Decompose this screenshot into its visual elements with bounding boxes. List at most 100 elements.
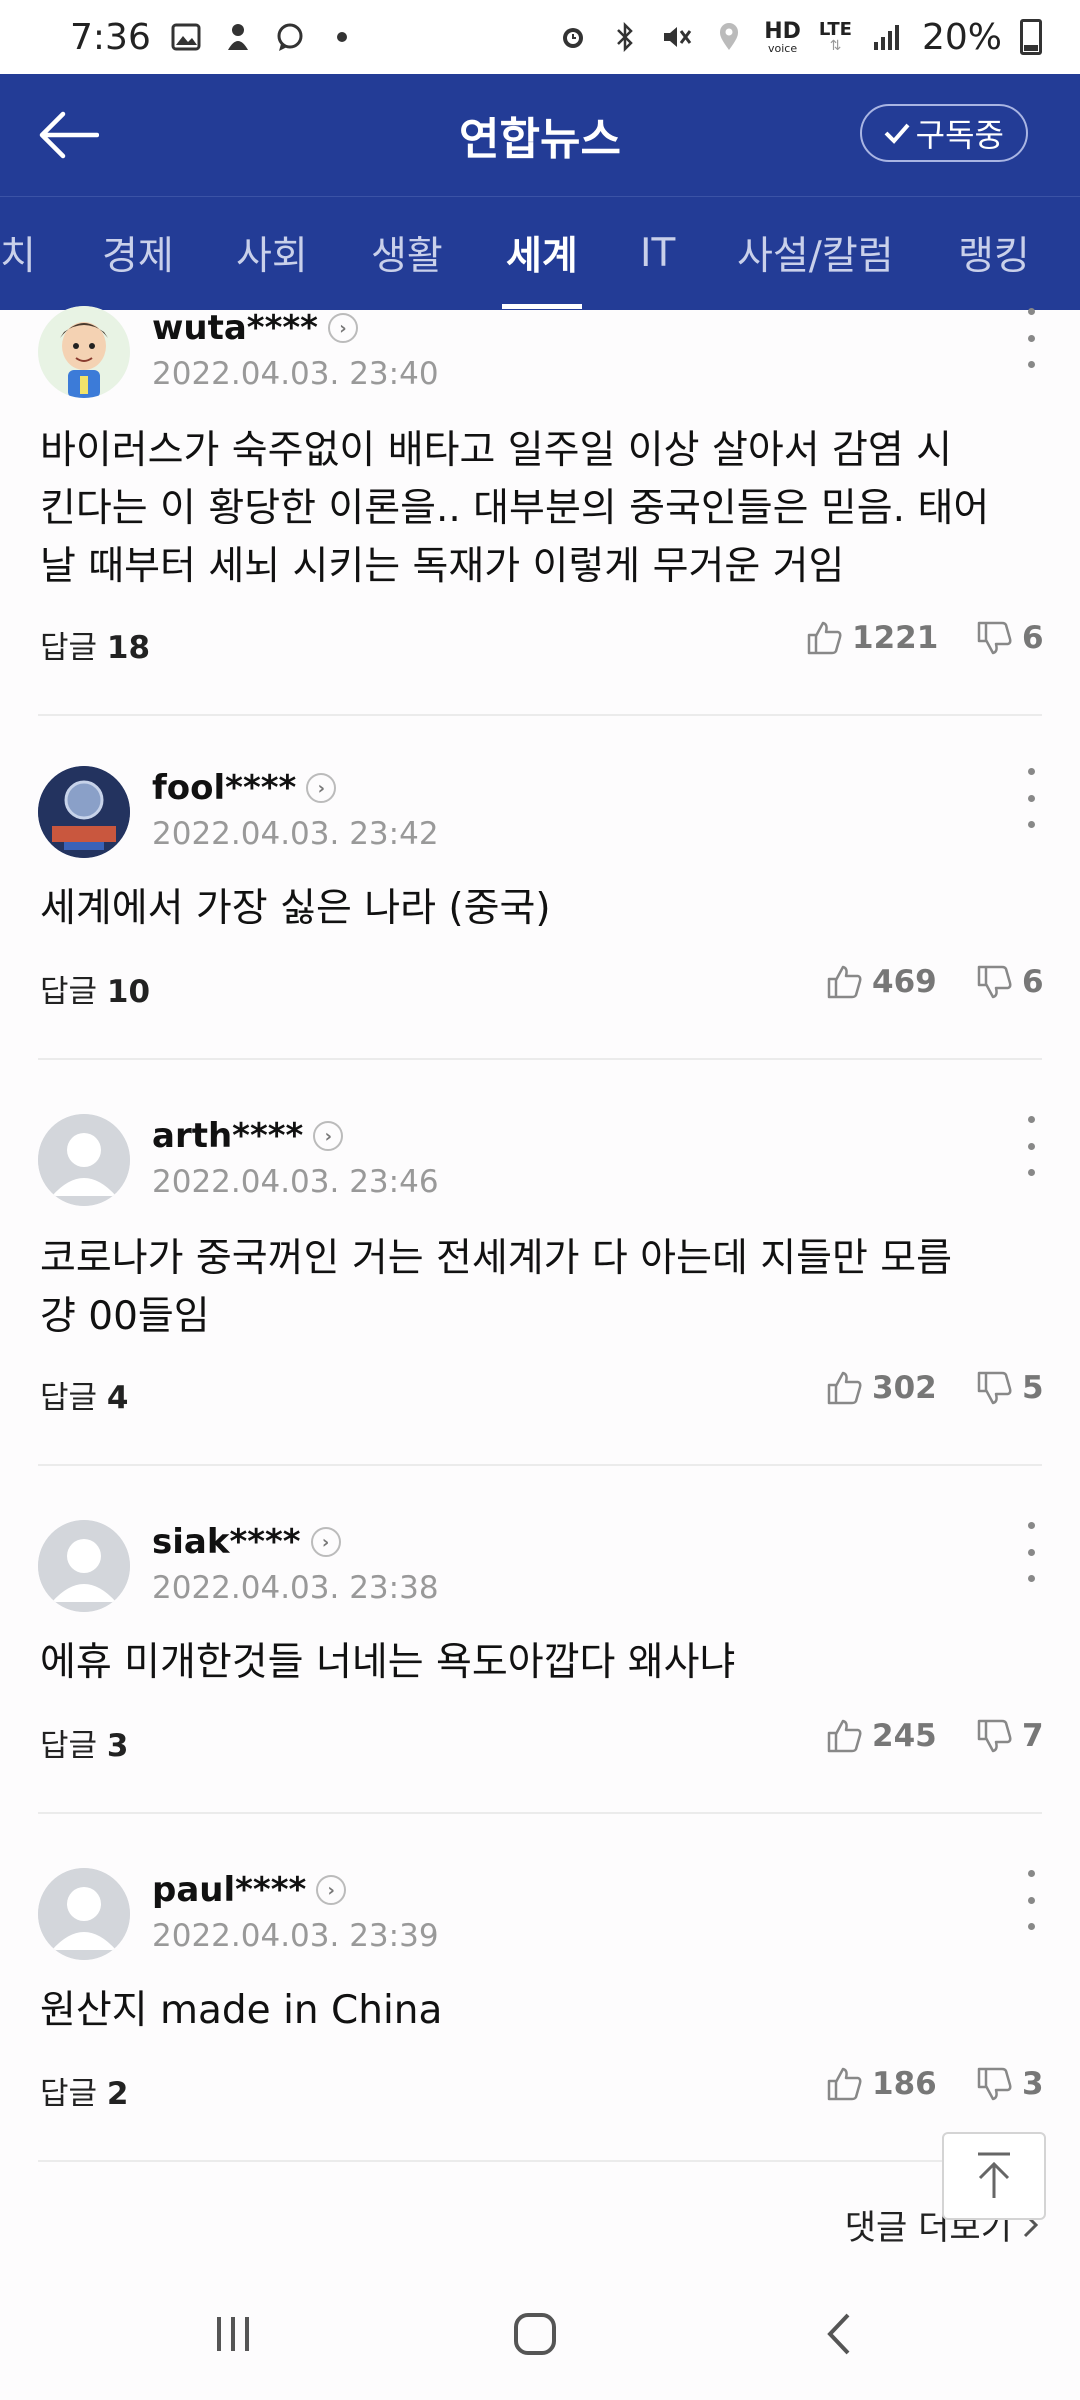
comment-text: 세계에서 가장 싫은 나라 (중국) [40, 880, 1040, 938]
tab-politics[interactable]: 치 [0, 197, 36, 309]
scroll-to-top-button[interactable] [942, 2132, 1046, 2220]
chevron-right-icon: › [327, 313, 358, 343]
nav-back-button[interactable] [794, 2296, 884, 2372]
reply-label: 답글 [40, 1380, 107, 1416]
username-text: arth**** [152, 1116, 304, 1156]
more-options-icon[interactable] [1016, 1870, 1046, 1930]
status-bar: 7:36 HD voice LTE ⇅ 20% [0, 0, 1080, 74]
comment-line: 에휴 미개한것들 너네는 욕도아깝다 왜사냐 [40, 1640, 736, 1685]
comment-date: 2022.04.03. 23:42 [152, 816, 439, 852]
thumbs-up-icon [827, 965, 862, 999]
lte-label: LTE [818, 19, 852, 40]
tab-label: IT [640, 230, 676, 276]
signal-icon [870, 20, 904, 54]
hd-label: HD [764, 18, 801, 44]
section-tabs: 치 경제 사회 생활 세계 IT 사설/칼럼 랭킹 [0, 196, 1080, 310]
subscribe-button[interactable]: 구독중 [859, 104, 1028, 162]
lte-icon: LTE ⇅ [818, 19, 852, 54]
default-avatar-icon [38, 1520, 130, 1612]
reply-count: 18 [106, 630, 151, 666]
status-left: 7:36 [70, 17, 359, 58]
back-button[interactable] [30, 102, 106, 168]
username-text: fool**** [152, 768, 297, 808]
thumbs-down-icon [977, 2067, 1012, 2101]
reply-label: 답글 [40, 974, 107, 1010]
avatar[interactable] [38, 1520, 130, 1612]
dislike-button[interactable]: 7 [976, 1718, 1044, 1754]
reply-label: 답글 [40, 2076, 107, 2112]
tab-label: 사설/칼럼 [737, 234, 894, 279]
more-options-icon[interactable] [1016, 1116, 1046, 1176]
dislike-count: 5 [1022, 1370, 1044, 1406]
username-text: wuta**** [152, 308, 318, 348]
reply-button[interactable]: 답글 3 [40, 1720, 128, 1765]
chevron-right-icon: › [310, 1527, 341, 1557]
dislike-count: 6 [1022, 964, 1044, 1000]
tab-ranking[interactable]: 랭킹 [958, 197, 1030, 309]
subscribe-label: 구독중 [915, 116, 1004, 154]
default-avatar-icon [38, 1868, 130, 1960]
badge-avatar-icon [38, 766, 130, 858]
tab-label: 사회 [236, 234, 308, 279]
tab-society[interactable]: 사회 [236, 197, 308, 309]
comment-line: 원산지 made in China [40, 1988, 443, 2033]
comment-username[interactable]: wuta**** › [152, 308, 358, 348]
more-options-icon[interactable] [1016, 308, 1046, 368]
thumbs-down-icon [977, 1719, 1012, 1753]
recent-apps-button[interactable] [188, 2296, 278, 2372]
comment-line: 걍 00들임 [40, 1294, 210, 1339]
dislike-button[interactable]: 6 [976, 620, 1044, 656]
more-options-icon[interactable] [1016, 1522, 1046, 1582]
mute-icon [660, 20, 694, 54]
more-options-icon[interactable] [1016, 768, 1046, 828]
hd-voice-icon: HD voice [764, 18, 801, 54]
comment-username[interactable]: fool**** › [152, 768, 337, 808]
like-button[interactable]: 1221 [806, 620, 938, 656]
home-button[interactable] [490, 2296, 580, 2372]
home-icon [514, 2313, 556, 2355]
reply-button[interactable]: 답글 2 [40, 2068, 128, 2113]
reply-button[interactable]: 답글 18 [40, 622, 150, 667]
tab-life[interactable]: 생활 [371, 197, 443, 309]
like-count: 1221 [852, 620, 939, 656]
chevron-right-icon: › [313, 1121, 344, 1151]
like-count: 302 [872, 1370, 937, 1406]
thumbs-up-icon [827, 2067, 862, 2101]
tab-editorial[interactable]: 사설/칼럼 [737, 197, 894, 309]
dislike-button[interactable]: 3 [976, 2066, 1044, 2102]
gallery-icon [169, 20, 203, 54]
like-button[interactable]: 186 [826, 2066, 937, 2102]
thumbs-up-icon [827, 1371, 862, 1405]
thumbs-down-icon [977, 965, 1012, 999]
comment-username[interactable]: arth**** › [152, 1116, 344, 1156]
back-icon [827, 2313, 850, 2355]
avatar[interactable] [38, 1114, 130, 1206]
tab-it[interactable]: IT [640, 197, 675, 309]
avatar[interactable] [38, 766, 130, 858]
chevron-right-icon: › [306, 773, 337, 803]
reply-button[interactable]: 답글 10 [40, 966, 150, 1011]
reply-button[interactable]: 답글 4 [40, 1372, 128, 1417]
dislike-button[interactable]: 6 [976, 964, 1044, 1000]
like-button[interactable]: 302 [826, 1370, 937, 1406]
comment-username[interactable]: paul**** › [152, 1870, 347, 1910]
notification-icon [221, 20, 255, 54]
username-text: paul**** [152, 1870, 307, 1910]
status-right: HD voice LTE ⇅ 20% [556, 17, 1042, 58]
tab-world[interactable]: 세계 [502, 197, 582, 309]
comment-username[interactable]: siak**** › [152, 1522, 341, 1562]
like-button[interactable]: 245 [826, 1718, 937, 1754]
tab-economy[interactable]: 경제 [102, 197, 174, 309]
like-button[interactable]: 469 [826, 964, 937, 1000]
chat-bubble-icon [273, 20, 307, 54]
avatar[interactable] [38, 306, 130, 398]
like-count: 469 [872, 964, 937, 1000]
avatar[interactable] [38, 1868, 130, 1960]
dislike-button[interactable]: 5 [976, 1370, 1044, 1406]
tab-label: 세계 [506, 234, 578, 279]
comment-date: 2022.04.03. 23:38 [152, 1570, 439, 1606]
thumbs-down-icon [977, 1371, 1012, 1405]
alarm-icon [556, 20, 590, 54]
comment-text: 코로나가 중국꺼인 거는 전세계가 다 아는데 지들만 모름 걍 00들임 [40, 1230, 1040, 1346]
divider [38, 1812, 1042, 1814]
